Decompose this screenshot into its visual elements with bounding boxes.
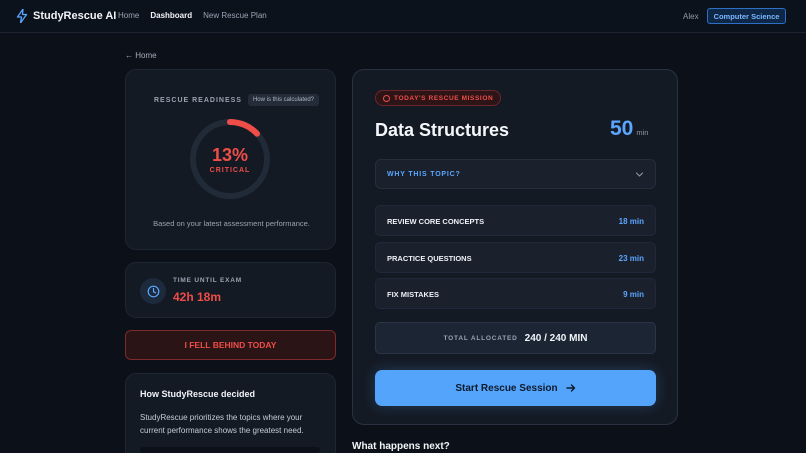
task-row: REVIEW CORE CONCEPTS 18 min (375, 205, 656, 236)
lightning-icon (16, 9, 28, 23)
subject-button[interactable]: Computer Science (707, 8, 786, 24)
mission-unit: min (636, 128, 649, 137)
task-time: 9 min (623, 290, 644, 299)
exam-countdown-card: TIME UNTIL EXAM 42h 18m (125, 262, 336, 318)
top-navbar: StudyRescue AI Home Dashboard New Rescue… (0, 0, 806, 33)
chevron-down-icon (635, 172, 644, 177)
rescue-mission-card: TODAY'S RESCUE MISSION Data Structures 5… (352, 69, 678, 425)
arrow-right-icon (565, 384, 575, 392)
exam-countdown-label: TIME UNTIL EXAM (173, 277, 242, 284)
readiness-title: RESCUE READINESS (154, 96, 242, 104)
decision-body: StudyRescue prioritizes the topics where… (140, 413, 304, 435)
fell-behind-button[interactable]: I FELL BEHIND TODAY (125, 330, 336, 360)
mission-minutes: 50 (610, 117, 634, 140)
clock-icon (147, 285, 159, 297)
readiness-note: Based on your latest assessment performa… (153, 219, 310, 228)
exam-countdown-value: 42h 18m (173, 290, 222, 304)
nav-dashboard[interactable]: Dashboard (150, 11, 192, 20)
main-nav: Home Dashboard New Rescue Plan (118, 11, 267, 20)
task-name: REVIEW CORE CONCEPTS (387, 217, 485, 226)
start-button-label: Start Rescue Session (455, 382, 558, 394)
brand[interactable]: StudyRescue AI (16, 9, 116, 23)
readiness-status: CRITICAL (209, 167, 251, 174)
what-happens-next-heading: What happens next? (352, 441, 450, 452)
readiness-card: RESCUE READINESS How is this calculated?… (125, 69, 336, 250)
start-rescue-session-button[interactable]: Start Rescue Session (375, 370, 656, 406)
mission-duration: 50 min (610, 117, 648, 141)
task-name: FIX MISTAKES (387, 290, 439, 299)
total-label: TOTAL ALLOCATED (443, 334, 518, 342)
why-topic-label: WHY THIS TOPIC? (387, 171, 461, 178)
nav-new-rescue-plan[interactable]: New Rescue Plan (203, 11, 267, 20)
mission-badge-label: TODAY'S RESCUE MISSION (394, 94, 494, 102)
total-value: 240 / 240 MIN (524, 332, 588, 344)
user-name[interactable]: Alex (683, 12, 699, 21)
readiness-percent: 13% (211, 145, 249, 165)
total-allocated: TOTAL ALLOCATED 240 / 240 MIN (375, 322, 656, 354)
target-icon (383, 94, 390, 102)
task-name: PRACTICE QUESTIONS (387, 254, 472, 263)
brand-name: StudyRescue AI (33, 10, 117, 22)
nav-home[interactable]: Home (118, 11, 139, 20)
mission-topic: Data Structures (375, 120, 510, 140)
decision-divider (140, 447, 320, 453)
task-row: PRACTICE QUESTIONS 23 min (375, 242, 656, 273)
decision-title: How StudyRescue decided (140, 389, 256, 399)
mission-badge: TODAY'S RESCUE MISSION (375, 90, 502, 106)
task-time: 18 min (618, 217, 644, 226)
task-time: 23 min (618, 254, 644, 263)
back-home-link[interactable]: ← Home (125, 51, 157, 60)
task-row: FIX MISTAKES 9 min (375, 278, 656, 309)
decision-explanation-card: How StudyRescue decided StudyRescue prio… (125, 373, 336, 453)
calculation-info-link[interactable]: How is this calculated? (247, 94, 319, 106)
why-topic-accordion[interactable]: WHY THIS TOPIC? (375, 159, 656, 189)
